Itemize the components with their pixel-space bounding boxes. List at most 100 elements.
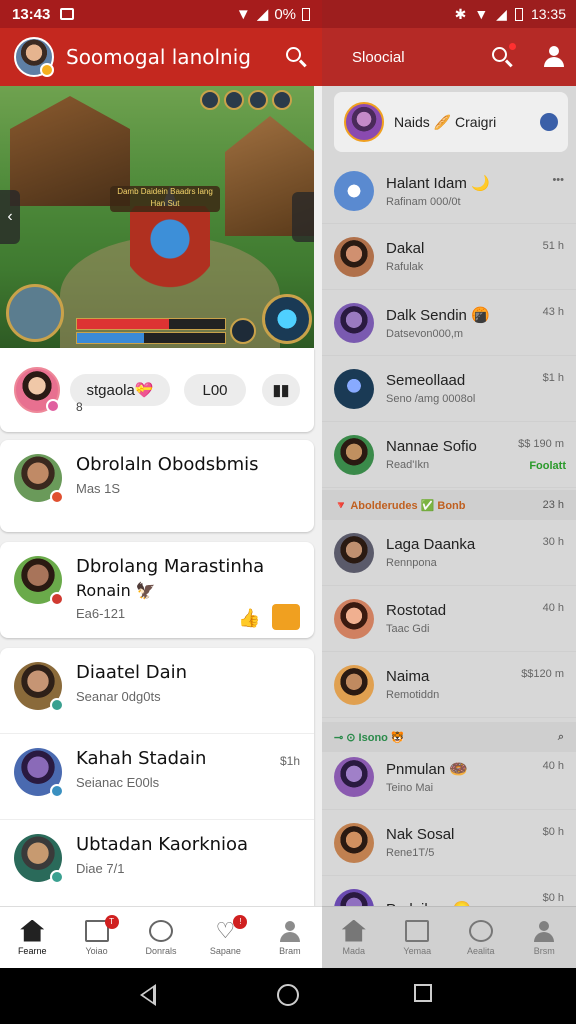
section-label: ⊸ ⊙ Isono 🐯 <box>334 731 405 744</box>
chevron-left-icon[interactable]: ‹ <box>0 190 20 244</box>
list-item[interactable]: Halant Idam 🌙 Rafinam 000/0t ••• <box>322 158 576 224</box>
notification-badge: ! <box>233 915 248 929</box>
chat-name: Diaatel Dain <box>76 662 188 683</box>
nav-brsm[interactable]: Brsm <box>513 907 576 968</box>
search-icon[interactable] <box>490 43 516 69</box>
bookmark-button[interactable]: ▮▮ <box>262 374 300 406</box>
nav-aealita[interactable]: Aealita <box>449 907 513 968</box>
nav-home[interactable]: Fearne <box>0 907 64 968</box>
chat-name: Kahah Stadain <box>76 748 207 769</box>
skill-icon <box>262 294 312 344</box>
avatar <box>334 532 374 573</box>
chat-name: Obrolaln Obodsbmis <box>76 454 259 475</box>
reaction-pill[interactable]: stgaola💝 <box>70 374 170 406</box>
nav-bram[interactable]: Bram <box>258 907 322 968</box>
sticker-icon[interactable] <box>272 604 300 630</box>
row-time: ••• <box>552 174 564 186</box>
row-time: $0 h <box>542 892 564 904</box>
chat-message: Seianac E00ls <box>76 775 160 790</box>
bottom-nav: Fearne T Yoiao Donrals ♡ ! Sapane Bram <box>0 906 322 968</box>
row-message: Datsevon000,m <box>386 327 464 340</box>
nav-label: Yoiao <box>85 945 108 956</box>
home-button[interactable] <box>277 984 299 1006</box>
nav-label: Donrals <box>145 945 177 956</box>
row-message: Rennpona <box>386 557 437 569</box>
nav-donrals[interactable]: Donrals <box>129 907 193 968</box>
back-button[interactable] <box>140 984 156 1006</box>
row-name: Nannae Sofio <box>386 438 477 455</box>
health-bar <box>76 318 226 330</box>
compass-icon <box>149 919 174 942</box>
list-item[interactable]: Naima Remotiddn $$120 m <box>322 652 576 718</box>
profile-icon[interactable] <box>542 45 566 69</box>
signal-icon: ◢ <box>496 5 507 22</box>
chat-list-card: Diaatel Dain Seanar 0dg0ts Kahah Stadain… <box>0 648 314 906</box>
wifi-icon: ▼ <box>235 5 251 23</box>
row-name: Dakal <box>386 240 425 257</box>
thumbs-up-icon[interactable]: 👍 <box>238 608 260 629</box>
row-name: Semeollaad <box>386 372 466 389</box>
chat-time: $1h <box>279 754 300 768</box>
list-item[interactable]: Dakal Rafulak 51 h <box>322 224 576 290</box>
row-status: Foolatt <box>529 460 566 472</box>
status-time: 13:43 <box>12 5 51 23</box>
avatar <box>334 434 374 475</box>
chat-row[interactable]: Dbrolang Marastinha Ronain 🦅 Ea6-121 <box>0 542 314 635</box>
battery-text: 0% <box>274 5 296 23</box>
avatar[interactable] <box>14 367 60 413</box>
notification-icon <box>60 8 75 20</box>
search-icon[interactable]: ⌕ <box>558 731 564 744</box>
row-message: Teino Mai <box>386 781 434 794</box>
chat-message: Mas 1S <box>76 481 121 496</box>
nav-yemaa[interactable]: Yemaa <box>386 907 450 968</box>
chat-name: Dbrolang Marastinha <box>76 556 265 577</box>
avatar <box>14 662 64 712</box>
section-header: 🔻 Abolderudes ✅ Bonb 23 h <box>322 490 576 520</box>
top-card[interactable]: Naids 🥖 Craigri <box>334 92 568 152</box>
chat-name: Ubtadan Kaorknioa <box>76 834 249 855</box>
nav-sapane[interactable]: ♡ ! Sapane <box>193 907 257 968</box>
nav-mada[interactable]: Mada <box>322 907 386 968</box>
list-item[interactable]: Laga Daanka Rennpona 30 h <box>322 520 576 586</box>
chevron-right-icon[interactable] <box>292 192 314 242</box>
row-time: 40 h <box>542 760 564 772</box>
game-screenshot[interactable]: Damb Daidein Baadrs lang Han Sut ‹ <box>0 86 314 348</box>
bluetooth-icon: ✱ <box>454 5 467 22</box>
row-message: Rafinam 000/0t <box>386 195 461 208</box>
list-item[interactable]: Pnmulan 🍩 Teino Mai 40 h <box>322 744 576 810</box>
nav-label: Yemaa <box>403 945 432 956</box>
nav-label: Sapane <box>209 945 241 956</box>
avatar <box>334 822 374 863</box>
chat-row[interactable]: Kahah Stadain Seianac E00ls $1h <box>0 734 314 820</box>
nav-yoiao[interactable]: T Yoiao <box>64 907 128 968</box>
list-item[interactable]: Semeollaad Seno /amg 0008ol $1 h <box>322 356 576 422</box>
avatar <box>14 556 64 606</box>
list-item[interactable]: Rostotad Taac Gdi 40 h <box>322 586 576 652</box>
nav-label: Brsm <box>533 945 555 956</box>
list-item[interactable]: Dalk Sendin 🍘 Datsevon000,m 43 h <box>322 290 576 356</box>
book-icon <box>405 919 430 942</box>
list-item[interactable]: Nannae Sofio Read'Ikn $$ 190 m Foolatt <box>322 422 576 488</box>
search-icon[interactable] <box>284 45 308 69</box>
chat-row[interactable]: Ubtadan Kaorknioa Diae 7/1 <box>0 820 314 906</box>
row-name: Dalk Sendin 🍘 <box>386 306 490 324</box>
avatar <box>334 302 374 343</box>
row-message: Taac Gdi <box>386 623 430 635</box>
chat-message: Seanar 0dg0ts <box>76 689 161 704</box>
count-pill[interactable]: L00 <box>184 374 246 406</box>
status-bar: 13:43 ▼ ◢ 0% <box>0 0 322 28</box>
app-bar: Sloocial <box>322 28 576 86</box>
chat-row[interactable]: Diaatel Dain Seanar 0dg0ts <box>0 648 314 734</box>
row-time: $1 h <box>542 372 564 384</box>
recents-button[interactable] <box>414 984 432 1002</box>
chat-row[interactable]: Obrolaln Obodsbmis Mas 1S <box>0 440 314 516</box>
row-time: $$120 m <box>521 668 564 680</box>
list-item[interactable]: Nak Sosal Rene1T/5 $0 h <box>322 810 576 876</box>
avatar <box>334 368 374 409</box>
section-time: 23 h <box>542 499 564 511</box>
wifi-icon: ▼ <box>474 6 489 22</box>
profile-icon <box>278 920 302 942</box>
avatar <box>334 598 374 639</box>
profile-avatar[interactable] <box>14 37 54 77</box>
group-icon[interactable] <box>540 113 558 131</box>
